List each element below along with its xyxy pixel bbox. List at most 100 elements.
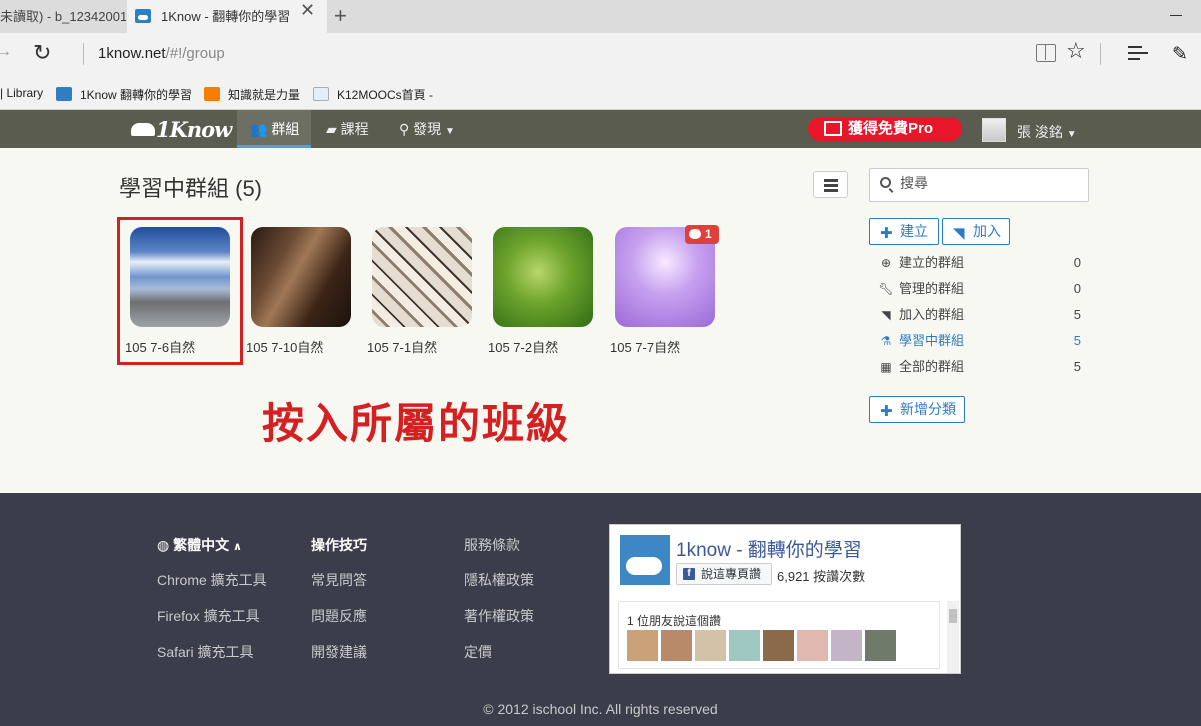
favorite-k12moocs[interactable]: K12MOOCs首頁 - <box>313 86 433 103</box>
avatar[interactable] <box>627 630 658 661</box>
group-name[interactable]: 105 7-1自然 <box>367 337 497 356</box>
fb-friends-panel: 1 位朋友說這個讚 <box>618 601 940 669</box>
avatar[interactable] <box>797 630 828 661</box>
refresh-icon[interactable]: ↻ <box>33 40 51 66</box>
group-name[interactable]: 105 7-7自然 <box>610 337 740 356</box>
sidebar-item-label: 學習中群組 <box>899 333 965 348</box>
sidebar-item-count: 0 <box>1073 255 1081 270</box>
favorite-1know[interactable]: 1Know 翻轉你的學習 <box>56 86 192 103</box>
new-tab-button[interactable]: + <box>334 2 347 30</box>
book-icon: ▰ <box>326 121 337 137</box>
avatar[interactable] <box>865 630 896 661</box>
sidebar-item-learning[interactable]: ⚗ 學習中群組 5 <box>878 331 1083 351</box>
language-selector[interactable]: ◍ 繁體中文 ∧ <box>157 535 242 555</box>
favorite-label: 1Know 翻轉你的學習 <box>80 88 193 102</box>
group-name[interactable]: 105 7-2自然 <box>488 337 618 356</box>
flask-icon: ⚗ <box>880 334 892 348</box>
group-card[interactable]: 105 7-1自然 <box>367 227 472 355</box>
cloud-favicon-icon <box>135 9 151 23</box>
list-icon <box>824 184 838 187</box>
caret-down-icon: ▼ <box>1066 129 1077 140</box>
fb-page-title[interactable]: 1know - 翻轉你的學習 <box>676 535 862 562</box>
group-card[interactable]: 105 7-10自然 <box>246 227 351 355</box>
annotation-text: 按入所屬的班級 <box>262 400 571 447</box>
sidebar-item-joined[interactable]: ◥ 加入的群組 5 <box>878 305 1083 325</box>
footer-link-safari[interactable]: Safari 擴充工具 <box>157 642 253 662</box>
list-view-toggle[interactable] <box>813 171 848 198</box>
search-icon <box>880 177 891 188</box>
group-thumbnail[interactable] <box>372 227 472 327</box>
footer-link-faq[interactable]: 常見問答 <box>311 570 367 590</box>
blogger-icon <box>204 87 220 101</box>
add-category-button[interactable]: ✚ 新增分類 <box>869 396 965 423</box>
fb-friends-text: 1 位朋友說這個讚 <box>627 614 722 628</box>
highlight-box <box>117 217 243 365</box>
browser-tab-active[interactable]: 1Know - 翻轉你的學習 <box>127 0 327 33</box>
browser-tab-inactive[interactable]: 未讀取) - b_12342001 <box>0 0 126 33</box>
close-tab-icon[interactable]: ✕ <box>300 0 315 21</box>
avatar[interactable] <box>661 630 692 661</box>
minimize-icon[interactable] <box>1170 15 1182 16</box>
favorite-label: | Library <box>0 86 44 100</box>
reading-view-icon[interactable] <box>1036 44 1056 62</box>
avatar[interactable] <box>982 118 1006 142</box>
footer-link-terms[interactable]: 服務條款 <box>464 535 520 555</box>
chevron-up-icon: ∧ <box>233 541 242 553</box>
page-logo[interactable] <box>620 535 670 585</box>
sidebar-item-label: 建立的群組 <box>899 255 965 270</box>
sidebar-item-managed[interactable]: 🔧︎ 管理的群組 0 <box>878 279 1083 299</box>
user-menu[interactable]: 張 浚銘 ▼ <box>1017 122 1077 142</box>
group-thumbnail[interactable] <box>251 227 351 327</box>
scrollbar[interactable] <box>947 601 959 673</box>
avatar[interactable] <box>763 630 794 661</box>
forward-arrow-icon[interactable]: → <box>0 43 12 61</box>
comment-icon <box>689 229 701 239</box>
create-group-button[interactable]: ✚ 建立 <box>869 218 939 245</box>
site-logo[interactable]: 1Know <box>130 117 232 142</box>
fb-like-button[interactable]: f 說這專頁讚 <box>676 563 772 585</box>
footer-link-firefox[interactable]: Firefox 擴充工具 <box>157 606 260 626</box>
web-note-icon[interactable]: ✎ <box>1172 43 1188 66</box>
group-card[interactable]: 105 7-2自然 <box>488 227 593 355</box>
nav-groups[interactable]: 👥 群組 <box>237 110 311 148</box>
sidebar-item-count: 5 <box>1073 359 1081 374</box>
footer-link-chrome[interactable]: Chrome 擴充工具 <box>157 570 267 590</box>
get-pro-button[interactable]: 獲得免費Pro <box>808 117 962 141</box>
sidebar-item-created[interactable]: ⊕ 建立的群組 0 <box>878 253 1083 273</box>
hub-icon[interactable] <box>1128 46 1148 64</box>
avatar[interactable] <box>695 630 726 661</box>
tab-title: 1Know - 翻轉你的學習 <box>161 9 291 24</box>
search-icon: ⚲ <box>399 121 410 137</box>
list-icon <box>824 179 838 182</box>
button-label: 加入 <box>973 223 1001 239</box>
join-group-button[interactable]: ◥ 加入 <box>942 218 1010 245</box>
badge-count: 1 <box>705 227 712 241</box>
wrench-icon: 🔧︎ <box>878 282 894 296</box>
favorite-star-icon[interactable]: ☆ <box>1066 38 1086 64</box>
gift-icon <box>824 121 842 136</box>
group-thumbnail[interactable] <box>493 227 593 327</box>
favorite-blogger[interactable]: 知識就是力量 <box>204 86 300 103</box>
divider <box>1100 43 1101 65</box>
sidebar-item-all[interactable]: ▦ 全部的群組 5 <box>878 357 1083 377</box>
notification-badge[interactable]: 1 <box>685 225 719 244</box>
footer-link-suggestions[interactable]: 開發建議 <box>311 642 367 662</box>
scrollbar-thumb[interactable] <box>949 609 957 623</box>
nav-courses[interactable]: ▰ 課程 <box>326 110 369 148</box>
tab-title: 未讀取) - b_12342001 <box>0 9 126 24</box>
avatar[interactable] <box>831 630 862 661</box>
search-input[interactable] <box>900 175 1080 191</box>
favorite-library[interactable]: | Library <box>0 86 43 100</box>
footer-link-copyright-policy[interactable]: 著作權政策 <box>464 606 534 626</box>
footer-link-privacy[interactable]: 隱私權政策 <box>464 570 534 590</box>
avatar[interactable] <box>729 630 760 661</box>
group-name[interactable]: 105 7-10自然 <box>246 337 376 356</box>
url-field[interactable]: 1know.net/#!/group <box>98 45 225 62</box>
fb-like-count: 6,921 按讚次數 <box>777 569 866 584</box>
grid-icon: ▦ <box>880 360 892 374</box>
footer-link-pricing[interactable]: 定價 <box>464 642 492 662</box>
rss-icon: ◥ <box>881 308 891 322</box>
footer-link-feedback[interactable]: 問題反應 <box>311 606 367 626</box>
language-label: 繁體中文 <box>173 537 230 553</box>
nav-discover[interactable]: ⚲ 發現 ▼ <box>399 110 455 148</box>
